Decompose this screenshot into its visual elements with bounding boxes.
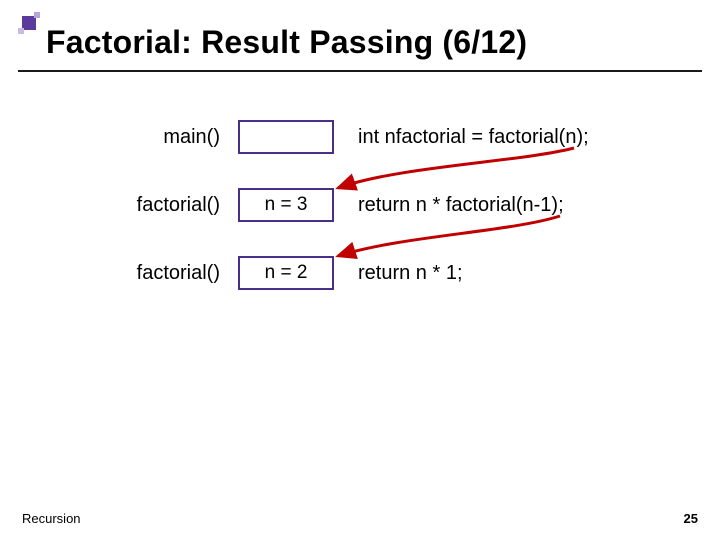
code-line: int nfactorial = factorial(n); [358,126,589,149]
stack-row-factorial-2: factorial() n = 2 return n * 1; [0,246,720,314]
function-label: factorial() [0,262,220,285]
value-box-empty [238,120,334,154]
slide-bullet-decoration [18,12,40,34]
footer-topic: Recursion [22,511,81,526]
page-number: 25 [684,511,698,526]
stack-row-main: main() int nfactorial = factorial(n); [0,110,720,178]
stack-row-factorial-3: factorial() n = 3 return n * factorial(n… [0,178,720,246]
function-label: factorial() [0,194,220,217]
code-line: return n * 1; [358,262,463,285]
value-box: n = 2 [238,256,334,290]
title-underline [18,70,702,72]
function-label: main() [0,126,220,149]
value-box: n = 3 [238,188,334,222]
code-line: return n * factorial(n-1); [358,194,564,217]
diagram-area: main() int nfactorial = factorial(n); fa… [0,110,720,314]
slide-title: Factorial: Result Passing (6/12) [46,24,700,61]
